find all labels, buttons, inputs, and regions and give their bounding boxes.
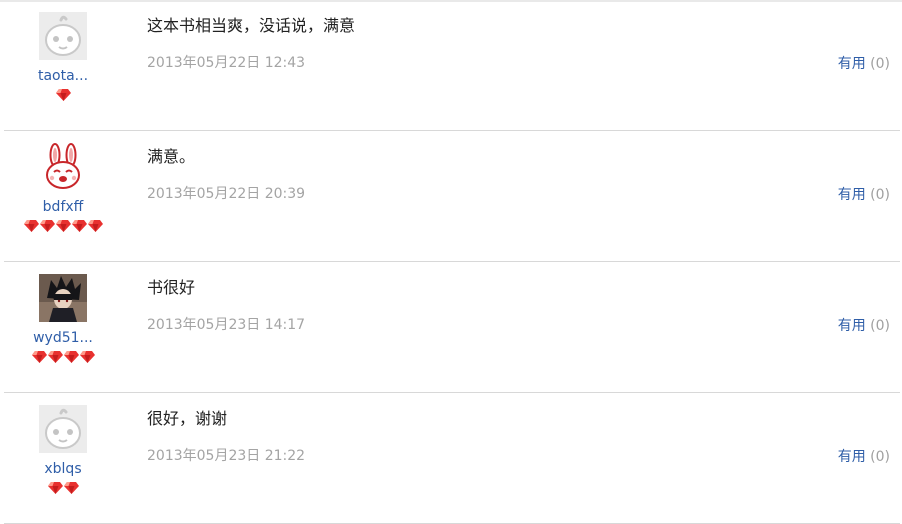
useful-vote: 有用 (0) <box>838 316 890 336</box>
red-gem-icon <box>71 220 87 232</box>
review-content: 这本书相当爽，没话说，满意 <box>147 16 356 35</box>
review-content: 很好，谢谢 <box>147 409 228 428</box>
review-content: 满意。 <box>147 147 196 166</box>
review-time: 2013年05月22日 12:43 <box>147 55 306 71</box>
useful-count: (0) <box>870 187 890 203</box>
useful-button[interactable]: 有用 <box>838 187 866 203</box>
user-rank <box>13 88 113 102</box>
red-gem-icon <box>55 220 71 232</box>
review-item: wyd51... 书很好 2013年05月23日 14:17 有用 (0) <box>0 262 902 393</box>
avatar-default-icon[interactable] <box>39 405 87 453</box>
username-link[interactable]: wyd51... <box>13 328 113 348</box>
useful-count: (0) <box>870 56 890 72</box>
username-link[interactable]: taota... <box>13 66 113 86</box>
review-time: 2013年05月22日 20:39 <box>147 186 306 202</box>
red-gem-icon <box>63 482 79 494</box>
avatar-rabbit-icon[interactable] <box>39 143 87 191</box>
username-link[interactable]: bdfxff <box>13 197 113 217</box>
useful-count: (0) <box>870 449 890 465</box>
review-time: 2013年05月23日 14:17 <box>147 317 306 333</box>
useful-vote: 有用 (0) <box>838 447 890 467</box>
avatar-default-icon[interactable] <box>39 12 87 60</box>
red-gem-icon <box>87 220 103 232</box>
red-gem-icon <box>23 220 39 232</box>
red-gem-icon <box>55 89 71 101</box>
useful-vote: 有用 (0) <box>838 185 890 205</box>
red-gem-icon <box>47 351 63 363</box>
user-rank <box>13 481 113 495</box>
review-item: bdfxff 满意。 2013年05月22日 20:39 有用 (0) <box>0 131 902 262</box>
red-gem-icon <box>31 351 47 363</box>
review-item: taota... 这本书相当爽，没话说，满意 2013年05月22日 12:43… <box>0 0 902 131</box>
username-link[interactable]: xblqs <box>13 459 113 479</box>
useful-count: (0) <box>870 318 890 334</box>
user-rank <box>13 350 113 364</box>
review-time: 2013年05月23日 21:22 <box>147 448 306 464</box>
useful-button[interactable]: 有用 <box>838 56 866 72</box>
red-gem-icon <box>47 482 63 494</box>
review-item: xblqs 很好，谢谢 2013年05月23日 21:22 有用 (0) <box>0 393 902 524</box>
useful-button[interactable]: 有用 <box>838 449 866 465</box>
user-rank <box>13 219 113 233</box>
useful-button[interactable]: 有用 <box>838 318 866 334</box>
red-gem-icon <box>79 351 95 363</box>
avatar-photo-icon[interactable] <box>39 274 87 322</box>
useful-vote: 有用 (0) <box>838 54 890 74</box>
red-gem-icon <box>63 351 79 363</box>
review-content: 书很好 <box>147 278 196 297</box>
red-gem-icon <box>39 220 55 232</box>
